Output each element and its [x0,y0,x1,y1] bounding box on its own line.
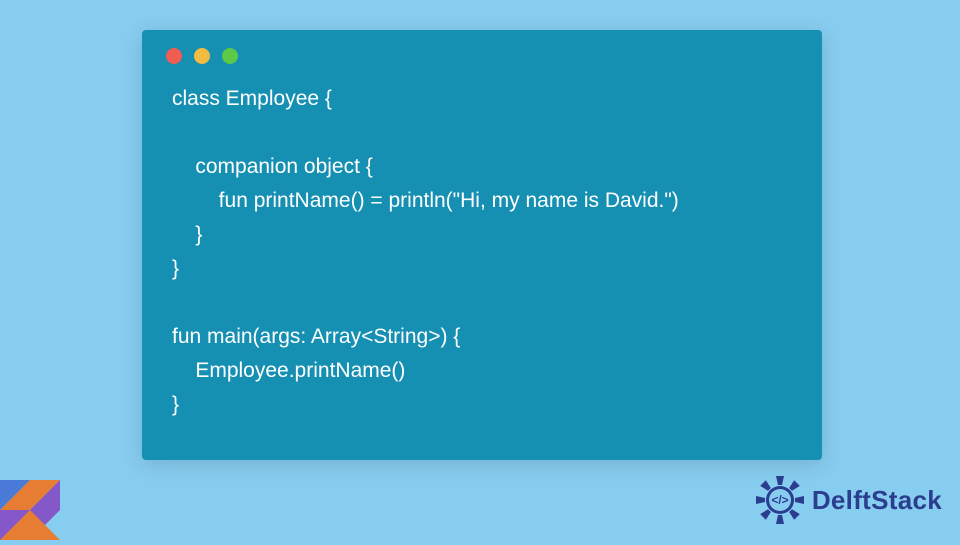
maximize-icon [222,48,238,64]
minimize-icon [194,48,210,64]
kotlin-logo-icon [0,480,60,540]
delftstack-logo: </> DelftStack [754,474,942,526]
delftstack-badge-icon: </> [754,474,806,526]
close-icon [166,48,182,64]
window-controls [142,30,822,74]
delftstack-wordmark: DelftStack [812,485,942,516]
svg-text:</>: </> [771,493,788,507]
code-block: class Employee { companion object { fun … [142,74,822,442]
code-panel: class Employee { companion object { fun … [142,30,822,460]
